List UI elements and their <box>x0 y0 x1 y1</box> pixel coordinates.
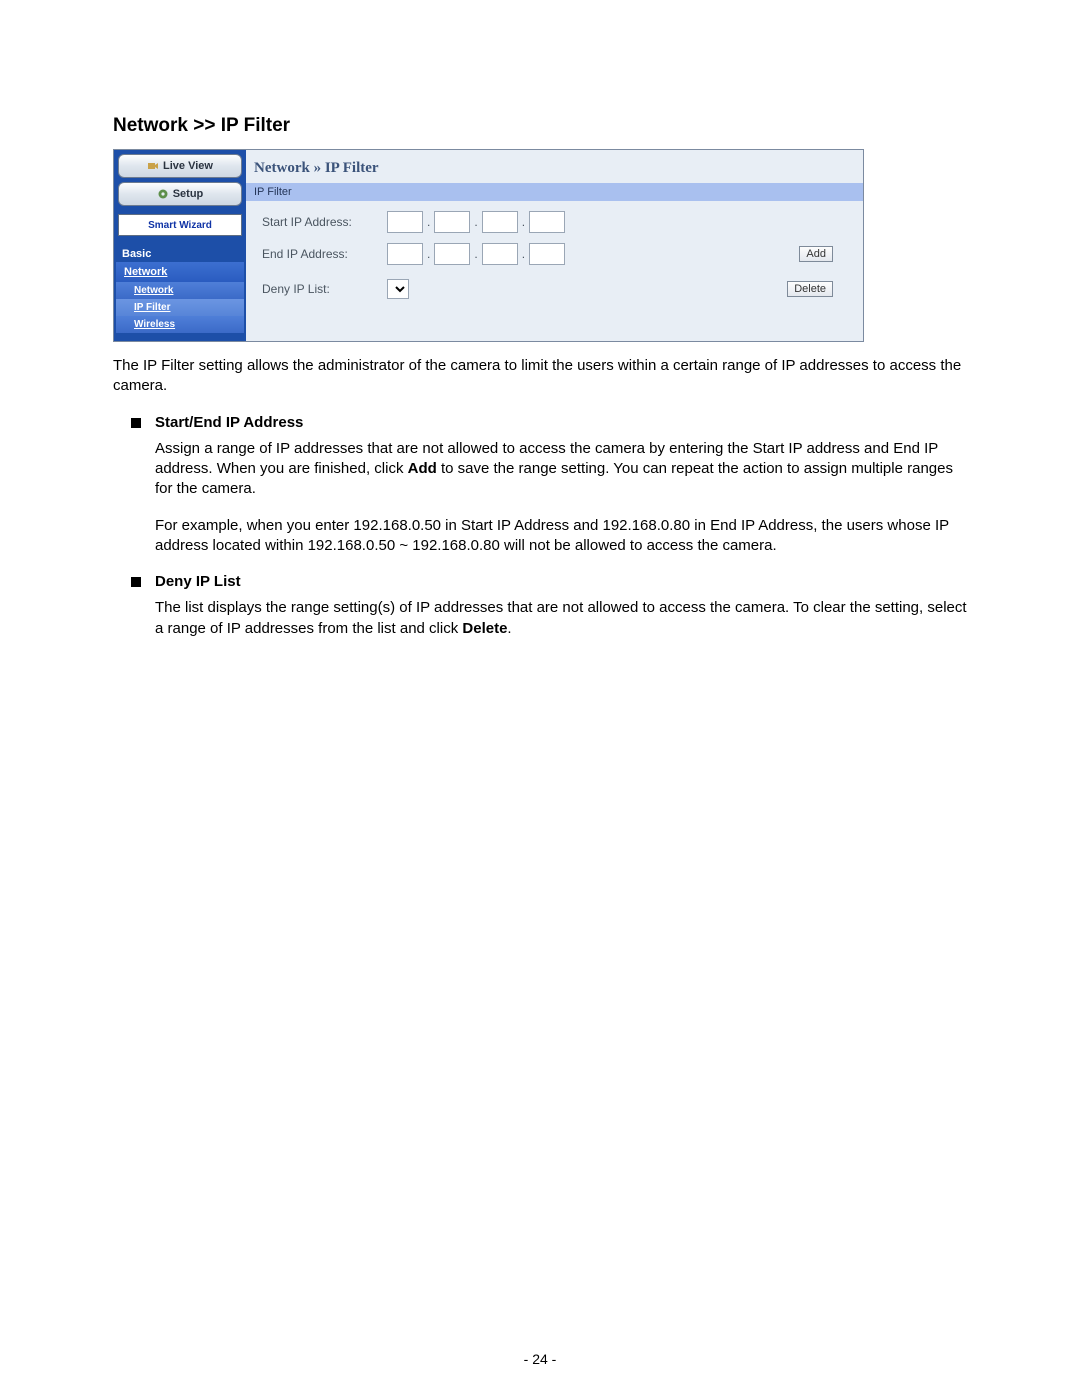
live-view-label: Live View <box>163 160 213 172</box>
dot-separator: . <box>522 215 525 229</box>
start-ip-octet-1[interactable] <box>387 211 423 233</box>
add-button[interactable]: Add <box>799 246 833 262</box>
square-bullet-icon <box>131 577 141 587</box>
end-ip-octet-3[interactable] <box>482 243 518 265</box>
square-bullet-icon <box>131 418 141 428</box>
smart-wizard-button[interactable]: Smart Wizard <box>118 214 242 236</box>
dot-separator: . <box>427 215 430 229</box>
sidebar-section-basic: Basic <box>114 240 246 262</box>
end-ip-octets: . . . <box>387 243 565 265</box>
deny-ip-select[interactable] <box>387 279 409 299</box>
p2-post: . <box>507 620 511 637</box>
row-end-ip: End IP Address: . . . Add <box>262 243 853 265</box>
setup-label: Setup <box>173 188 204 200</box>
page-number: - 24 - <box>0 1351 1080 1367</box>
delete-button[interactable]: Delete <box>787 281 833 297</box>
sidebar-item-network[interactable]: Network <box>116 262 244 282</box>
p2-bold: Delete <box>462 620 507 637</box>
sidebar-sub-network[interactable]: Network <box>116 282 244 299</box>
label-end-ip: End IP Address: <box>262 247 387 261</box>
p2-pre: The list displays the range setting(s) o… <box>155 599 967 636</box>
start-ip-octet-3[interactable] <box>482 211 518 233</box>
ui-screenshot: Live View Setup Smart Wizard Basic Netwo… <box>113 149 864 342</box>
dot-separator: . <box>522 247 525 261</box>
page-title: Network >> IP Filter <box>113 115 967 137</box>
ip-filter-form: Start IP Address: . . . End IP Address: <box>246 201 863 299</box>
sidebar-sub-wireless[interactable]: Wireless <box>116 316 244 333</box>
dot-separator: . <box>474 215 477 229</box>
intro-paragraph: The IP Filter setting allows the adminis… <box>113 356 967 397</box>
start-ip-octet-4[interactable] <box>529 211 565 233</box>
label-start-ip: Start IP Address: <box>262 215 387 229</box>
end-ip-octet-4[interactable] <box>529 243 565 265</box>
para-deny-list: The list displays the range setting(s) o… <box>155 598 967 639</box>
end-ip-octet-1[interactable] <box>387 243 423 265</box>
para-start-end-1: Assign a range of IP addresses that are … <box>155 439 967 500</box>
bullet-start-end: Start/End IP Address <box>113 413 967 433</box>
content-panel: Network » IP Filter IP Filter Start IP A… <box>246 150 863 341</box>
start-ip-octets: . . . <box>387 211 565 233</box>
section-header-ipfilter: IP Filter <box>246 183 863 201</box>
end-ip-octet-2[interactable] <box>434 243 470 265</box>
row-deny-list: Deny IP List: Delete <box>262 279 853 299</box>
para-start-end-2: For example, when you enter 192.168.0.50… <box>155 516 967 557</box>
live-view-button[interactable]: Live View <box>118 154 242 178</box>
setup-button[interactable]: Setup <box>118 182 242 206</box>
label-deny-list: Deny IP List: <box>262 282 387 296</box>
smart-wizard-label: Smart Wizard <box>148 220 212 231</box>
heading-start-end: Start/End IP Address <box>155 413 303 433</box>
p1a-bold: Add <box>408 460 437 477</box>
camera-icon <box>147 160 159 172</box>
gear-icon <box>157 188 169 200</box>
bullet-deny-list: Deny IP List <box>113 572 967 592</box>
dot-separator: . <box>427 247 430 261</box>
sidebar-sub-ipfilter[interactable]: IP Filter <box>116 299 244 316</box>
row-start-ip: Start IP Address: . . . <box>262 211 853 233</box>
body-text: The IP Filter setting allows the adminis… <box>113 356 967 639</box>
start-ip-octet-2[interactable] <box>434 211 470 233</box>
dot-separator: . <box>474 247 477 261</box>
sidebar: Live View Setup Smart Wizard Basic Netwo… <box>114 150 246 341</box>
heading-deny-list: Deny IP List <box>155 572 241 592</box>
breadcrumb: Network » IP Filter <box>246 160 863 183</box>
